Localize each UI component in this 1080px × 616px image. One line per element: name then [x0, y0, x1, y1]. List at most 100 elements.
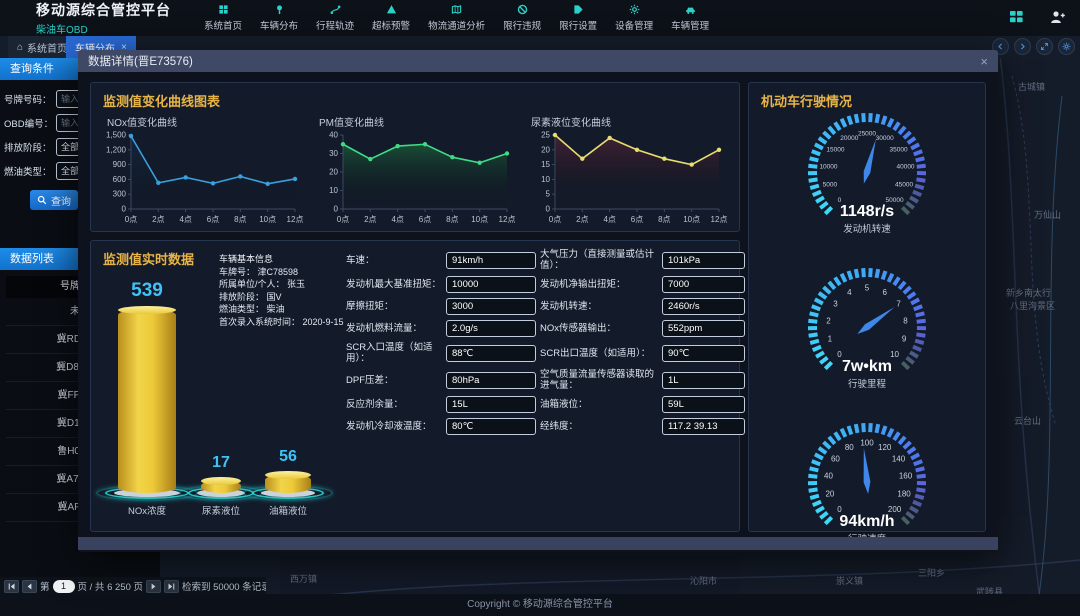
page-input[interactable]: 1 [53, 580, 75, 593]
svg-text:40: 40 [329, 131, 338, 140]
gauge-2: 02040608010012014016018020094km/h行驶速度 [749, 422, 985, 552]
svg-text:12点: 12点 [711, 215, 727, 224]
vehicle-info-row: 车牌号： 津C78598 [219, 266, 349, 279]
svg-text:300: 300 [113, 190, 127, 199]
last-page-button[interactable] [164, 580, 179, 593]
map-place-label: 西万镇 [290, 572, 317, 585]
field-input[interactable]: 10000 [446, 276, 536, 293]
field-label: SCR出口温度（如适用）： [540, 348, 658, 359]
nav-item-1[interactable]: 车辆分布 [251, 4, 307, 32]
field-input[interactable]: 59L [662, 396, 745, 413]
gauge-1: 0123456789107w•km行驶里程 [749, 267, 985, 418]
expand-icon[interactable] [1036, 38, 1053, 55]
line-chart-1: PM值变化曲线0102030400点2点4点6点8点10点12点 [309, 112, 521, 238]
svg-text:600: 600 [113, 175, 127, 184]
svg-text:80: 80 [845, 443, 854, 452]
nav-item-6[interactable]: 限行设置 [550, 4, 606, 32]
svg-text:2: 2 [826, 316, 831, 325]
svg-text:60: 60 [831, 455, 840, 464]
charts-panel: 监测值变化曲线图表 NOx值变化曲线03006009001,2001,5000点… [90, 82, 740, 232]
vehicle-info: 车辆基本信息车牌号： 津C78598所属单位/个人： 张玉排放阶段： 国V燃油类… [219, 253, 349, 328]
field-label: 发动机冷却液温度： [346, 421, 442, 432]
svg-text:180: 180 [897, 490, 911, 499]
field-input[interactable]: 88℃ [446, 345, 536, 362]
nav-item-0[interactable]: 系统首页 [195, 4, 251, 32]
svg-text:140: 140 [892, 455, 906, 464]
svg-text:15: 15 [541, 160, 550, 169]
charts-section-title: 监测值变化曲线图表 [91, 83, 739, 110]
user-add-icon[interactable] [1050, 10, 1066, 24]
svg-text:40: 40 [824, 471, 833, 480]
field-input[interactable]: 552ppm [662, 320, 745, 337]
records-info: 检索到 50000 条记录，显示 [182, 579, 266, 593]
field-label: 油箱液位： [540, 399, 658, 410]
nav-item-2[interactable]: 行程轨迹 [307, 4, 363, 32]
svg-text:0点: 0点 [337, 215, 349, 224]
field-input[interactable]: 7000 [662, 276, 745, 293]
svg-text:7: 7 [896, 300, 901, 309]
field-label: SCR入口温度（如适用）： [346, 342, 442, 364]
svg-text:0: 0 [122, 205, 127, 214]
field-input[interactable]: 80℃ [446, 418, 536, 435]
tab-label: 系统首页 [27, 40, 67, 55]
grid-menu-icon[interactable] [1009, 9, 1024, 24]
field-label: 发动机净输出扭矩： [540, 279, 658, 290]
tag-icon [573, 4, 584, 16]
vehicle-info-row: 首次录入系统时间： 2020-9-15 [219, 316, 349, 329]
svg-text:7w•km: 7w•km [842, 358, 892, 375]
svg-text:25000: 25000 [858, 131, 876, 138]
field-input[interactable]: 101kPa [662, 252, 745, 269]
bar-label: NOx浓度 [105, 503, 189, 517]
realtime-panel: 监测值实时数据 539NOx浓度17尿素液位56油箱液位 车辆基本信息车牌号： … [90, 240, 740, 532]
modal-scrollbar[interactable] [78, 537, 998, 550]
nav-item-8[interactable]: 车辆管理 [662, 4, 718, 32]
svg-text:20000: 20000 [840, 135, 858, 142]
field-input[interactable]: 1L [662, 372, 745, 389]
svg-text:8点: 8点 [234, 215, 246, 224]
prev-page-button[interactable] [22, 580, 37, 593]
svg-text:1,200: 1,200 [106, 145, 127, 154]
field-input[interactable]: 3000 [446, 298, 536, 315]
search-button[interactable]: 查询 [30, 190, 78, 210]
svg-text:6点: 6点 [631, 215, 643, 224]
bar-value: 56 [246, 448, 330, 466]
field-input[interactable]: 117.2 39.13 [662, 418, 745, 435]
nav-item-5[interactable]: 限行违规 [494, 4, 550, 32]
svg-text:4点: 4点 [391, 215, 403, 224]
next-page-button[interactable] [146, 580, 161, 593]
svg-text:94km/h: 94km/h [839, 513, 894, 530]
chart-title: NOx值变化曲线 [107, 114, 309, 129]
field-label: DPF压差： [346, 375, 442, 386]
map-place-label: 三阳乡 [918, 566, 945, 579]
modal-header: 数据详情(晋E73576) × [78, 50, 998, 72]
svg-text:行驶里程: 行驶里程 [848, 378, 887, 390]
logistics-icon [451, 4, 462, 16]
field-label: 摩擦扭矩： [346, 301, 442, 312]
svg-text:4: 4 [847, 288, 852, 297]
bar-label: 油箱液位 [246, 503, 330, 517]
app-title: 移动源综合管控平台 [36, 0, 171, 20]
svg-text:10: 10 [329, 186, 338, 195]
field-input[interactable]: 2460r/s [662, 298, 745, 315]
field-input[interactable]: 2.0g/s [446, 320, 536, 337]
copyright-text: Copyright © 移动源综合管控平台 [467, 599, 613, 610]
svg-text:6点: 6点 [419, 215, 431, 224]
nav-item-4[interactable]: 物流通道分析 [419, 4, 494, 32]
field-input[interactable]: 80hPa [446, 372, 536, 389]
nav-item-3[interactable]: 超标预警 [363, 4, 419, 32]
field-input[interactable]: 15L [446, 396, 536, 413]
field-label: 发动机最大基准扭矩： [346, 279, 442, 290]
field-label: 反应剂余量： [346, 399, 442, 410]
modal-close-icon[interactable]: × [980, 54, 988, 69]
nav-item-7[interactable]: 设备管理 [606, 4, 662, 32]
svg-text:4点: 4点 [603, 215, 615, 224]
first-page-button[interactable] [4, 580, 19, 593]
car-icon [685, 4, 696, 16]
chev-right-icon[interactable] [1014, 38, 1031, 55]
gear-icon[interactable] [1058, 38, 1075, 55]
svg-text:5000: 5000 [823, 182, 838, 189]
svg-text:8点: 8点 [658, 215, 670, 224]
field-input[interactable]: 91km/h [446, 252, 536, 269]
svg-text:20: 20 [329, 168, 338, 177]
field-input[interactable]: 90℃ [662, 345, 745, 362]
